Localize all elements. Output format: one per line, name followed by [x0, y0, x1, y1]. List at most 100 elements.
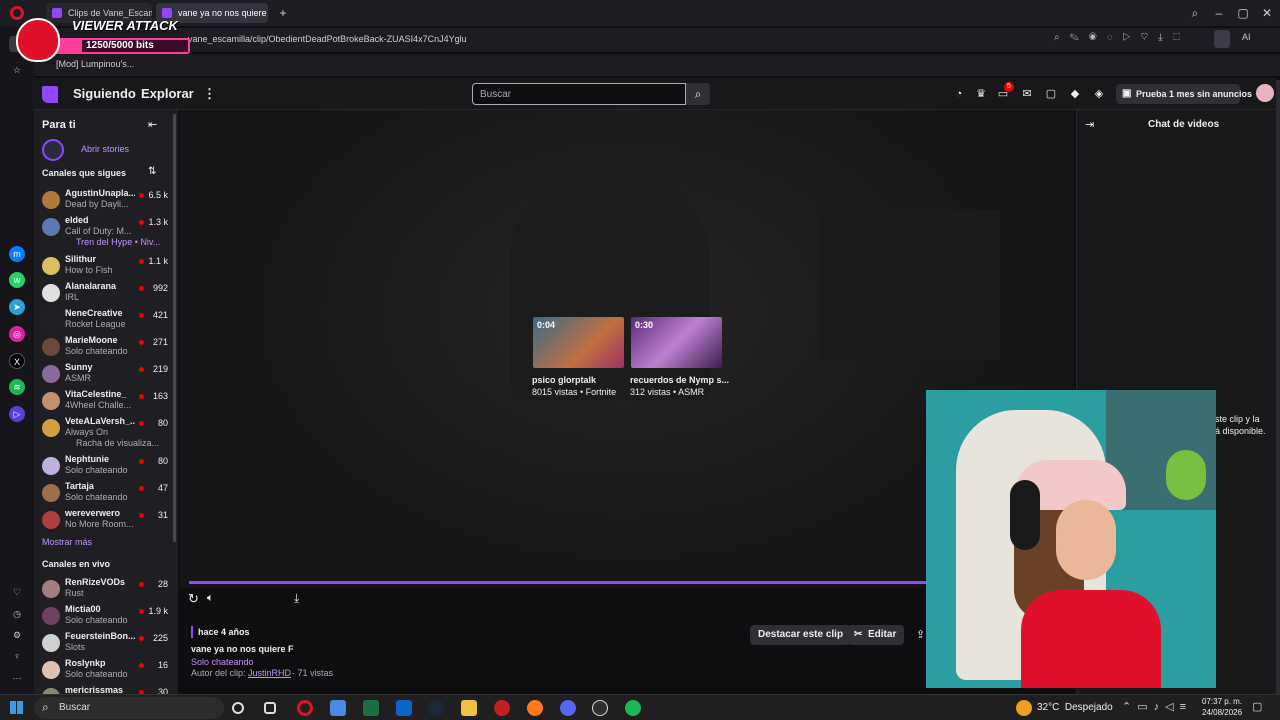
- prime-trial-button[interactable]: ▣ Prueba 1 mes sin anuncios: [1116, 84, 1252, 104]
- followed-channel-item[interactable]: VeteALaVersh_... Always On Racha de visual…: [34, 415, 174, 451]
- channel-game: Rocket League: [65, 319, 126, 329]
- aria-icon[interactable]: AI: [1242, 32, 1251, 42]
- bits-icon[interactable]: ◈: [1092, 87, 1106, 101]
- nav-following[interactable]: Siguiendo: [73, 86, 136, 101]
- search-icon[interactable]: ⌕: [686, 83, 710, 105]
- collapse-sidebar-icon[interactable]: ⇤: [148, 118, 157, 131]
- heart-icon[interactable]: ♡: [9, 584, 25, 600]
- clip-author-link[interactable]: JustinRHD: [248, 668, 291, 678]
- player-icon[interactable]: ▷: [9, 406, 25, 422]
- followed-channel-item[interactable]: Sunny ASMR 219: [34, 361, 174, 387]
- x-twitter-icon[interactable]: X: [9, 353, 25, 369]
- prime-drop-icon[interactable]: ◆: [1068, 87, 1082, 101]
- excel-icon[interactable]: [363, 700, 379, 716]
- messenger-icon[interactable]: m: [9, 246, 25, 262]
- channel-avatar: [42, 607, 60, 625]
- profile-icon[interactable]: [1214, 30, 1230, 48]
- page-scrollbar[interactable]: [1276, 80, 1280, 694]
- whatsapp-icon[interactable]: w: [9, 272, 25, 288]
- followed-channel-item[interactable]: VitaCelestine_ 4Wheel Challe... 163: [34, 388, 174, 414]
- clip-category-link[interactable]: Solo chateando: [191, 657, 254, 667]
- system-tray-icons[interactable]: ⌃▭♪◁≡: [1122, 700, 1192, 713]
- recommended-clip-title[interactable]: recuerdos de Nymp s...: [630, 375, 729, 385]
- more-dots-icon[interactable]: ···: [9, 670, 25, 686]
- recommended-clip-thumbnail[interactable]: 0:04: [533, 317, 624, 368]
- recommended-clip-thumbnail[interactable]: 0:30: [631, 317, 722, 368]
- followed-channel-item[interactable]: Silithur How to Fish 1.1 k: [34, 253, 174, 279]
- share-icon[interactable]: ⇪: [916, 628, 925, 641]
- edit-clip-button[interactable]: ✂ Editar: [848, 625, 905, 645]
- telegram-icon[interactable]: ➤: [9, 299, 25, 315]
- recommended-clip-title[interactable]: psico glorptalk: [532, 375, 596, 385]
- more-vertical-icon[interactable]: ⋮: [203, 86, 216, 102]
- spotify-taskbar-icon[interactable]: [625, 700, 641, 716]
- sort-icon[interactable]: ⇅: [148, 166, 156, 177]
- windows-start-icon[interactable]: [10, 701, 23, 714]
- followed-channel-item[interactable]: AgustinUnapla... Dead by Dayli... 6.5 k: [34, 187, 174, 213]
- live-channel-item[interactable]: Roslynkp Solo chateando 16: [34, 657, 174, 683]
- show-more-link[interactable]: Mostrar más: [42, 537, 92, 547]
- discord-icon[interactable]: [560, 700, 576, 716]
- live-channel-item[interactable]: FeuersteinBon... Slots 225: [34, 630, 174, 656]
- search-input[interactable]: Buscar: [472, 83, 686, 105]
- live-channel-item[interactable]: RenRizeVODs Rust 28: [34, 576, 174, 602]
- followed-channel-item[interactable]: Alanalarana IRL 992: [34, 280, 174, 306]
- live-channel-item[interactable]: Mictia00 Solo chateando 1.9 k: [34, 603, 174, 629]
- followed-channel-item[interactable]: elded Call of Duty: M... Tren del Hype • N…: [34, 214, 174, 250]
- opera-taskbar-icon[interactable]: [297, 700, 313, 716]
- twitch-logo-icon[interactable]: [42, 86, 58, 103]
- url-text[interactable]: vane_escamilla/clip/ObedientDeadPotBroke…: [188, 34, 467, 44]
- channel-name: Roslynkp: [65, 658, 106, 668]
- clock-date[interactable]: 24/08/2026: [1202, 708, 1242, 717]
- maximize-icon[interactable]: ▢: [1234, 4, 1252, 22]
- crown-icon[interactable]: ♛: [974, 87, 988, 101]
- close-window-icon[interactable]: ✕: [1258, 4, 1276, 22]
- open-stories-link[interactable]: Abrir stories: [81, 144, 129, 154]
- app-icon[interactable]: [494, 700, 510, 716]
- volume-icon[interactable]: 🔈︎: [207, 592, 214, 605]
- task-view-icon[interactable]: [264, 702, 276, 714]
- stories-avatar[interactable]: [42, 139, 64, 161]
- strawberry-icon: [16, 18, 60, 62]
- outlook-icon[interactable]: [396, 700, 412, 716]
- steam-icon[interactable]: [428, 700, 444, 716]
- live-channel-item[interactable]: mericrissmas 30: [34, 684, 174, 694]
- watch-party-icon[interactable]: ◔: [952, 87, 966, 101]
- followed-channel-item[interactable]: Nephtunie Solo chateando 80: [34, 453, 174, 479]
- firefox-icon[interactable]: [527, 700, 543, 716]
- lightbulb-icon[interactable]: ♀: [9, 648, 25, 664]
- new-tab-plus-icon[interactable]: +: [274, 4, 292, 22]
- live-dot-icon: [139, 367, 144, 372]
- followed-channel-item[interactable]: Tartaja Solo chateando 47: [34, 480, 174, 506]
- expand-chat-icon[interactable]: ⇥: [1085, 118, 1094, 131]
- cortana-icon[interactable]: [232, 702, 244, 714]
- minimize-icon[interactable]: –: [1210, 4, 1228, 22]
- replay-icon[interactable]: ↻: [188, 591, 199, 607]
- sidebar-scrollbar[interactable]: [173, 114, 176, 542]
- video-progress-bar[interactable]: [189, 581, 929, 584]
- feature-clip-button[interactable]: Destacar este clip: [750, 625, 852, 645]
- instagram-icon[interactable]: ◎: [9, 326, 25, 342]
- nav-explore[interactable]: Explorar: [141, 86, 194, 101]
- clock-time[interactable]: 07:37 p. m.: [1202, 697, 1242, 706]
- chat-bubble-icon[interactable]: ▢: [1044, 87, 1058, 101]
- followed-channel-item[interactable]: MarieMoone Solo chateando 271: [34, 334, 174, 360]
- for-you-heading: Para ti: [42, 119, 76, 131]
- spotify-icon[interactable]: ≋: [9, 379, 25, 395]
- settings-gear-icon[interactable]: ⚙: [9, 627, 25, 643]
- taskbar-search-box[interactable]: ⌕ Buscar: [34, 697, 224, 719]
- history-clock-icon[interactable]: ◷: [9, 606, 25, 622]
- followed-channel-item[interactable]: wereverwero No More Room... 31: [34, 507, 174, 533]
- channel-avatar: [42, 311, 60, 329]
- followed-channel-item[interactable]: NeneCreative Rocket League 421: [34, 307, 174, 333]
- whispers-icon[interactable]: ✉: [1020, 87, 1034, 101]
- obs-icon[interactable]: [592, 700, 608, 716]
- address-bar[interactable]: vane_escamilla/clip/ObedientDeadPotBroke…: [34, 28, 1280, 52]
- tab-search-icon[interactable]: ⌕: [1186, 4, 1204, 22]
- download-icon[interactable]: ⤓: [294, 591, 299, 606]
- weather-text[interactable]: 32°C Despejado: [1037, 702, 1113, 713]
- user-avatar[interactable]: [1256, 84, 1274, 102]
- notifications-icon[interactable]: ▢: [1252, 700, 1262, 713]
- file-explorer-icon[interactable]: [461, 700, 477, 716]
- store-icon[interactable]: [330, 700, 346, 716]
